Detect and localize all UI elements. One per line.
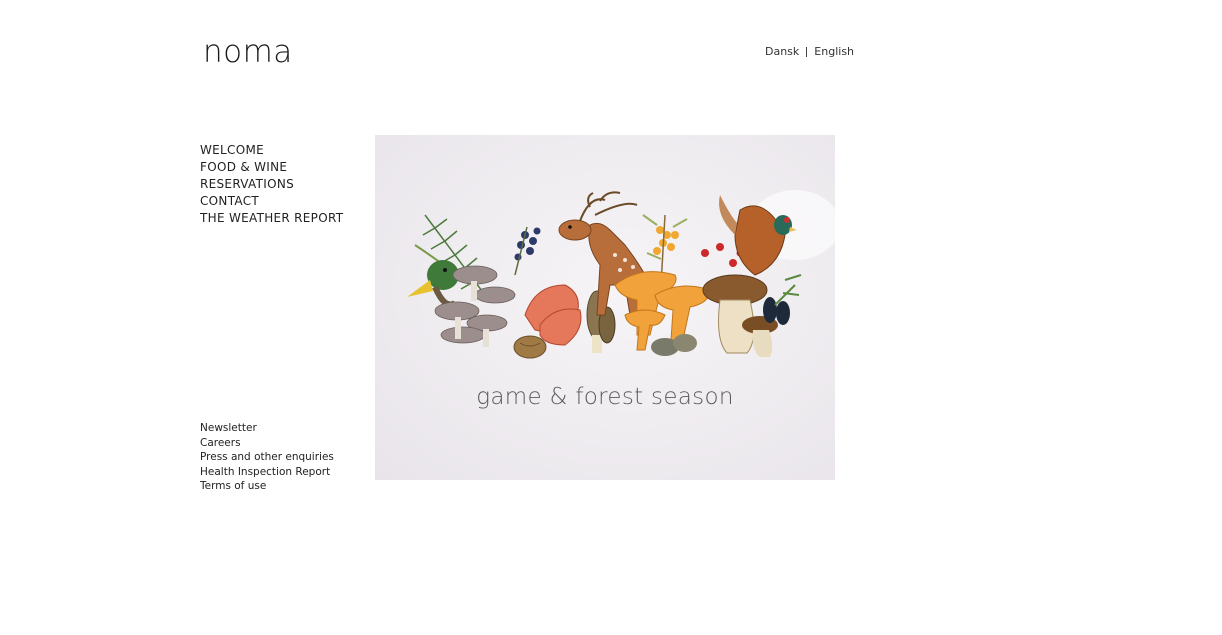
footer-newsletter-link[interactable]: Newsletter <box>200 421 334 436</box>
language-switcher: Dansk English <box>765 45 854 58</box>
language-divider <box>806 46 808 57</box>
nav-welcome[interactable]: WELCOME <box>200 142 343 159</box>
language-english-link[interactable]: English <box>814 45 854 58</box>
footer-press-link[interactable]: Press and other enquiries <box>200 450 334 465</box>
footer-terms-link[interactable]: Terms of use <box>200 479 334 494</box>
language-danish-link[interactable]: Dansk <box>765 45 799 58</box>
forest-illustration <box>407 190 835 359</box>
footer-careers-link[interactable]: Careers <box>200 436 334 451</box>
nav-weather-report[interactable]: THE WEATHER REPORT <box>200 210 343 227</box>
nav-reservations[interactable]: RESERVATIONS <box>200 176 343 193</box>
page: noma Dansk English WELCOME FOOD & WINE R… <box>0 0 1222 635</box>
main-navigation: WELCOME FOOD & WINE RESERVATIONS CONTACT… <box>200 142 343 227</box>
hero-banner[interactable]: game & forest season <box>375 135 835 480</box>
noma-logo[interactable]: noma <box>203 34 293 70</box>
footer-navigation: Newsletter Careers Press and other enqui… <box>200 421 334 494</box>
nav-food-and-wine[interactable]: FOOD & WINE <box>200 159 343 176</box>
hero-caption: game & forest season <box>476 384 734 410</box>
nav-contact[interactable]: CONTACT <box>200 193 343 210</box>
footer-health-inspection-link[interactable]: Health Inspection Report <box>200 465 334 480</box>
